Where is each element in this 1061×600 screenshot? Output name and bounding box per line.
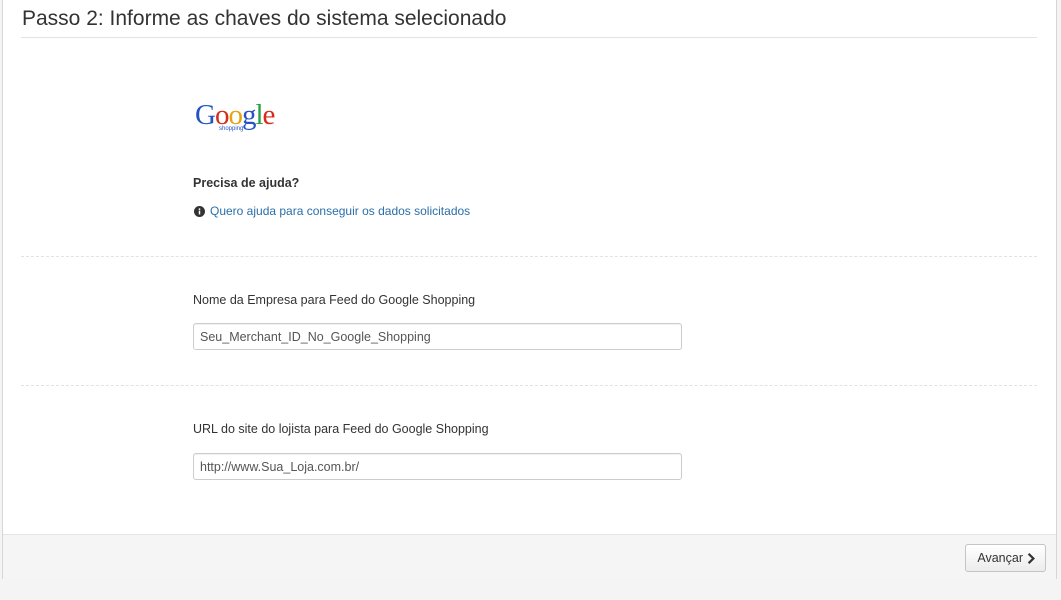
logo-letter: G [195,99,216,131]
google-shopping-logo: Google shopping [195,100,295,140]
company-name-label: Nome da Empresa para Feed do Google Shop… [193,293,476,307]
help-link-row: Quero ajuda para conseguir os dados soli… [194,204,470,218]
store-url-label: URL do site do lojista para Feed do Goog… [193,422,489,436]
next-button[interactable]: Avançar [965,544,1046,572]
logo-letter: e [262,99,276,131]
help-heading: Precisa de ajuda? [193,176,300,190]
logo-letter: l [255,99,263,131]
info-circle-icon [194,205,205,217]
page-title: Passo 2: Informe as chaves do sistema se… [22,7,507,30]
logo-subtitle: shopping [219,126,244,132]
next-button-label: Avançar [977,551,1023,565]
title-divider [21,37,1037,38]
section-divider [21,256,1037,257]
wizard-footer: Avançar [3,534,1056,579]
section-divider [21,385,1037,386]
wizard-panel: Passo 2: Informe as chaves do sistema se… [2,0,1057,579]
company-name-input[interactable] [193,323,682,350]
chevron-right-icon [1027,552,1035,564]
store-url-input[interactable] [193,453,682,480]
help-link[interactable]: Quero ajuda para conseguir os dados soli… [210,204,470,218]
logo-letter: g [241,99,256,131]
